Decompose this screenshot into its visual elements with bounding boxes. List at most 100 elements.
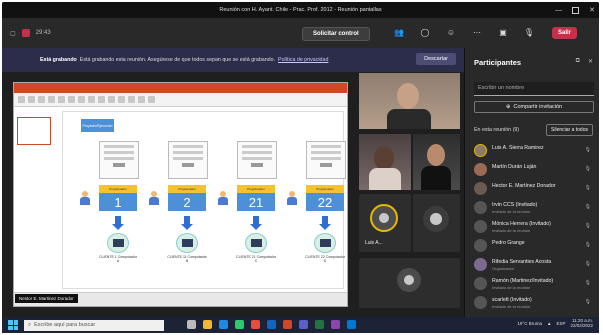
chrome-icon[interactable] bbox=[235, 320, 244, 329]
shared-screen: Proyecto/Ejecución Programador 1 Programa… bbox=[13, 82, 348, 307]
request-control-button[interactable]: Solicitar control bbox=[302, 27, 370, 41]
title-bar: Reunión con H. Ayant. Chile - Prac. Prof… bbox=[2, 2, 599, 18]
privacy-policy-link[interactable]: Política de privacidad bbox=[278, 57, 328, 63]
slide-canvas: Proyecto/Ejecución Programador 1 Programa… bbox=[62, 111, 346, 289]
participant-video[interactable] bbox=[359, 134, 411, 190]
panel-title: Participantes bbox=[474, 58, 522, 67]
user-figure bbox=[287, 191, 297, 205]
maximize-button[interactable] bbox=[572, 6, 580, 14]
server-box bbox=[168, 141, 208, 179]
avatar bbox=[474, 201, 487, 214]
microphone-icon: 🎙 bbox=[584, 166, 591, 172]
avatar bbox=[474, 220, 487, 233]
chat-icon[interactable]: ▢ bbox=[10, 30, 16, 37]
chat-bubble-icon[interactable]: ◯ bbox=[418, 25, 432, 39]
app-icon[interactable] bbox=[331, 320, 340, 329]
minimize-button[interactable]: — bbox=[555, 7, 562, 14]
microphone-icon: 🎙 bbox=[584, 185, 591, 191]
edge-icon[interactable] bbox=[219, 320, 228, 329]
mail-icon[interactable] bbox=[347, 320, 356, 329]
avatar bbox=[474, 144, 487, 157]
user-figure bbox=[218, 191, 228, 205]
participant-search-input[interactable]: Escribir un nombre bbox=[474, 82, 594, 96]
more-options-icon[interactable]: ⋯ bbox=[470, 25, 484, 39]
list-item[interactable]: Hector E. Martínez Dorador 🎙 bbox=[472, 180, 597, 199]
window-title: Reunión con H. Ayant. Chile - Prac. Prof… bbox=[219, 7, 382, 13]
meeting-timer: 29:43 bbox=[35, 30, 51, 36]
participant-tile[interactable]: Luis A... bbox=[359, 194, 411, 252]
server-box bbox=[237, 141, 277, 179]
participant-list: Luis A. Sierra Ramirez 🎙 Martín Durán Luj… bbox=[472, 142, 597, 313]
system-tray: 19°C Bruma ▲ ESP 11:20 a.m. 22/02/2022 bbox=[517, 318, 593, 329]
excel-icon[interactable] bbox=[315, 320, 324, 329]
avatar bbox=[474, 258, 487, 271]
windows-start-icon[interactable] bbox=[8, 320, 18, 330]
slide-thumbnail bbox=[17, 117, 51, 145]
avatar bbox=[474, 182, 487, 195]
slide-label-box: Proyecto/Ejecución bbox=[81, 119, 114, 132]
share-invite-button[interactable]: ⊕ Compartir invitación bbox=[474, 101, 594, 113]
client-computer-icon bbox=[245, 233, 267, 253]
in-meeting-header[interactable]: En esta reunión (9) bbox=[474, 127, 519, 133]
avatar bbox=[474, 296, 487, 309]
ppt-title-bar bbox=[14, 83, 347, 93]
mute-all-button[interactable]: Silenciar a todos bbox=[546, 124, 593, 136]
dismiss-button[interactable]: Descartar bbox=[416, 53, 456, 65]
teams-icon[interactable] bbox=[299, 320, 308, 329]
participant-video[interactable] bbox=[359, 73, 460, 129]
list-item[interactable]: Luis A. Sierra Ramirez 🎙 bbox=[472, 142, 597, 161]
number-card: Programador 2 bbox=[168, 185, 206, 211]
language-indicator[interactable]: ESP bbox=[556, 321, 565, 326]
close-button[interactable]: ✕ bbox=[589, 6, 595, 14]
leave-button[interactable]: Salir bbox=[552, 27, 578, 39]
microphone-icon: 🎙 bbox=[584, 280, 591, 286]
list-item[interactable]: scarlett (Invitado) Invitado de la reunió… bbox=[472, 294, 597, 313]
tile-name: Luis A... bbox=[365, 240, 383, 246]
camera-icon[interactable]: ▣ bbox=[496, 25, 510, 39]
task-view-icon[interactable] bbox=[187, 320, 196, 329]
participants-panel: Participantes ⧉ ✕ Escribir un nombre ⊕ C… bbox=[464, 48, 599, 328]
microphone-icon: 🎙 bbox=[584, 204, 591, 210]
avatar bbox=[474, 163, 487, 176]
taskbar-apps bbox=[187, 320, 356, 329]
microphone-icon: 🎙 bbox=[584, 223, 591, 229]
banner-title: Está grabando bbox=[40, 57, 77, 63]
presenter-name-badge: Nestor E. Martinez Dorador bbox=[15, 294, 78, 303]
list-item[interactable]: Pedro Grange 🎙 bbox=[472, 237, 597, 256]
participant-video[interactable] bbox=[413, 134, 460, 190]
taskbar-search-input[interactable]: ⌕ Escribe aquí para buscar bbox=[24, 319, 164, 331]
number-card: Programador 1 bbox=[99, 185, 137, 211]
clock-date[interactable]: 22/02/2022 bbox=[570, 323, 593, 329]
server-box bbox=[306, 141, 346, 179]
list-item[interactable]: Irvin CCS (Invitado) Invitado de la reuni… bbox=[472, 199, 597, 218]
teams-window: Reunión con H. Ayant. Chile - Prac. Prof… bbox=[2, 2, 599, 328]
file-explorer-icon[interactable] bbox=[203, 320, 212, 329]
word-icon[interactable] bbox=[267, 320, 276, 329]
avatar bbox=[474, 239, 487, 252]
participants-icon[interactable]: 👥 bbox=[392, 25, 406, 39]
reactions-icon[interactable]: ☺ bbox=[444, 25, 458, 39]
ppt-ribbon bbox=[14, 93, 347, 107]
user-figure bbox=[80, 191, 90, 205]
user-figure bbox=[149, 191, 159, 205]
more-participants-tile[interactable] bbox=[413, 194, 460, 252]
weather-text[interactable]: 19°C Bruma bbox=[517, 321, 542, 326]
client-computer-icon bbox=[107, 233, 129, 253]
list-item[interactable]: Rifedia Servanties Acosta Organizador 🎙 bbox=[472, 256, 597, 275]
powerpoint-icon[interactable] bbox=[283, 320, 292, 329]
pop-out-icon[interactable]: ⧉ bbox=[576, 58, 580, 65]
participant-tile[interactable] bbox=[359, 258, 460, 308]
list-item[interactable]: Mónica Herrera (Invitado) Invitado de la … bbox=[472, 218, 597, 237]
server-box bbox=[99, 141, 139, 179]
client-label: CLIENTE 11 Computador B bbox=[167, 255, 207, 263]
close-panel-icon[interactable]: ✕ bbox=[588, 58, 593, 65]
app-icon[interactable] bbox=[251, 320, 260, 329]
meeting-stage: Proyecto/Ejecución Programador 1 Programa… bbox=[2, 72, 464, 322]
client-computer-icon bbox=[176, 233, 198, 253]
list-item[interactable]: Martín Durán Luján 🎙 bbox=[472, 161, 597, 180]
microphone-icon: 🎙 bbox=[584, 147, 591, 153]
microphone-icon[interactable]: 🎙 bbox=[522, 25, 536, 39]
network-icon[interactable]: ▲ bbox=[547, 321, 551, 326]
list-item[interactable]: Ramón (Martinez/Invitado) Invitado de la … bbox=[472, 275, 597, 294]
recording-icon bbox=[21, 29, 30, 37]
